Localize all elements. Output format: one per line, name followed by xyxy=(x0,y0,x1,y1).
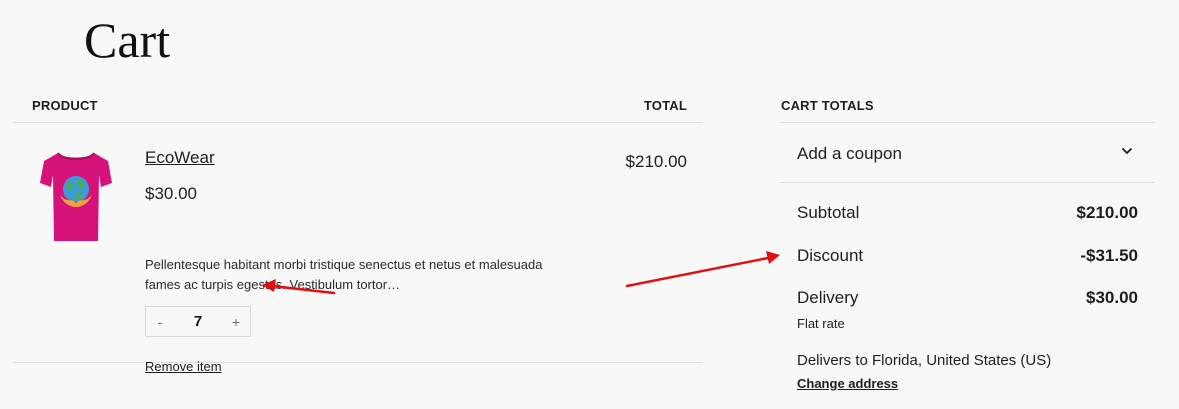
cart-totals-title: CART TOTALS xyxy=(781,98,874,113)
coupon-toggle[interactable]: Add a coupon xyxy=(780,123,1155,183)
delivery-destination: Delivers to Florida, United States (US) xyxy=(797,352,1052,369)
quantity-stepper: - 7 + xyxy=(145,306,251,337)
table-header: PRODUCT TOTAL xyxy=(13,84,703,123)
product-column-header: PRODUCT xyxy=(32,98,98,113)
cart-totals-header: CART TOTALS xyxy=(780,84,1155,123)
page-title: Cart xyxy=(84,12,171,68)
delivery-value: $30.00 xyxy=(1086,288,1138,307)
subtotal-value: $210.00 xyxy=(1076,203,1138,222)
delivery-row: Delivery $30.00 xyxy=(797,288,1138,308)
subtotal-label: Subtotal xyxy=(797,203,860,222)
delivery-method: Flat rate xyxy=(797,316,845,331)
cart-totals-panel: CART TOTALS Add a coupon Subtotal $210.0… xyxy=(780,84,1155,391)
quantity-input[interactable]: 7 xyxy=(194,313,202,330)
cart-item-row: EcoWear $30.00 Pellentesque habitant mor… xyxy=(13,123,703,374)
delivery-label: Delivery xyxy=(797,288,859,307)
discount-label: Discount xyxy=(797,246,864,265)
decrease-quantity-button[interactable]: - xyxy=(146,314,174,330)
discount-row: Discount -$31.50 xyxy=(797,246,1138,266)
coupon-label: Add a coupon xyxy=(797,144,902,163)
discount-value: -$31.50 xyxy=(1080,246,1138,265)
line-total: $210.00 xyxy=(625,152,687,171)
cart-items-table: PRODUCT TOTAL EcoWear $30.00 Pellentesqu… xyxy=(13,84,703,374)
product-unit-price: $30.00 xyxy=(145,184,197,203)
chevron-down-icon[interactable] xyxy=(1121,147,1133,155)
change-address-link[interactable]: Change address xyxy=(797,376,898,391)
product-name-link[interactable]: EcoWear xyxy=(145,148,215,168)
increase-quantity-button[interactable]: + xyxy=(222,314,250,330)
total-column-header: TOTAL xyxy=(643,98,687,113)
remove-item-link[interactable]: Remove item xyxy=(145,359,222,374)
product-image[interactable] xyxy=(36,149,116,247)
product-description: Pellentesque habitant morbi tristique se… xyxy=(145,257,543,292)
subtotal-row: Subtotal $210.00 xyxy=(797,203,1138,223)
